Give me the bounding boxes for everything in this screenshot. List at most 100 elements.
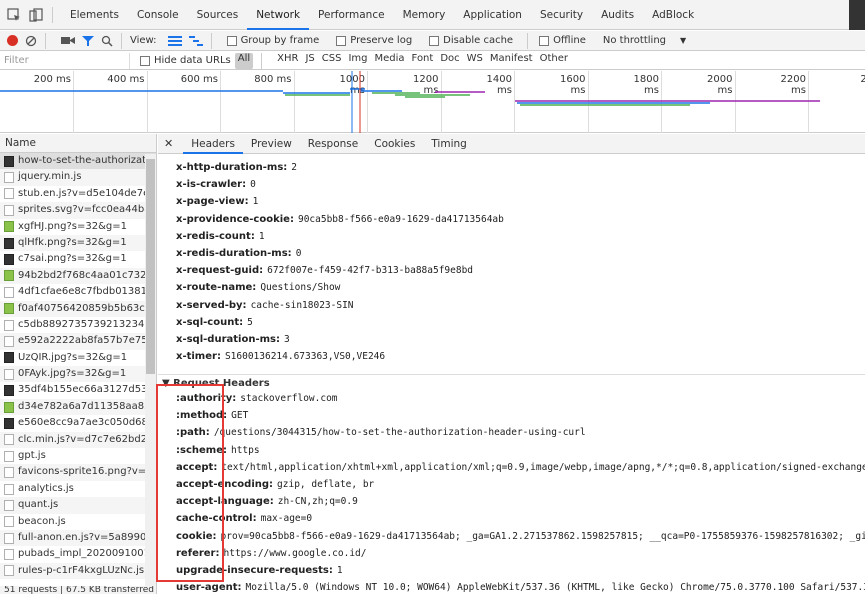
request-row[interactable]: c7sai.png?s=32&g=1 [0,251,156,267]
video-camera-icon [61,37,75,44]
request-row[interactable]: f0af40756420859b5b63cbceb6 [0,300,156,317]
request-list-scroll-thumb[interactable] [146,159,155,374]
request-row[interactable]: gpt.js [0,448,156,464]
tab-security[interactable]: Security [531,0,592,30]
header-value: max-age=0 [260,513,313,525]
separator [121,32,122,49]
header-row: user-agent: Mozilla/5.0 (Windows NT 10.0;… [176,579,865,594]
request-row[interactable]: full-anon.en.js?v=5a89906b02 [0,529,156,547]
request-row[interactable]: clc.min.js?v=d7c7e62bd2f5 [0,431,156,449]
request-row[interactable]: beacon.js [0,514,156,530]
request-row[interactable]: favicons-sprite16.png?v=f467 [0,464,156,481]
tab-headers[interactable]: Headers [183,134,243,154]
hide-data-urls-checkbox[interactable]: Hide data URLs [140,55,231,66]
filter-type-img[interactable]: Img [348,53,367,69]
request-row[interactable]: c5db8892735739213234bbac5 [0,317,156,333]
request-details: ✕ Headers Preview Response Cookies Timing x-… [158,134,865,594]
header-value: 5 [247,316,253,328]
filter-type-other[interactable]: Other [540,53,568,69]
request-row[interactable]: pubads_impl_2020091001.js? [0,546,156,562]
tab-elements[interactable]: Elements [61,0,128,30]
header-row: x-page-view: 1 [176,193,258,210]
filter-toggle-button[interactable] [82,35,94,47]
record-button[interactable] [7,35,18,46]
timeline-overview[interactable]: 200 ms400 ms600 ms800 ms1000 ms1200 ms14… [0,71,865,133]
file-icon [4,516,14,528]
name-column-header[interactable]: Name [0,134,156,153]
filter-type-font[interactable]: Font [412,53,434,69]
network-toolbar: View: Group by frame Preserve log Disabl… [0,31,865,51]
filter-type-doc[interactable]: Doc [440,53,459,69]
request-name: 94b2bd2f768c4aa01c7322644 [18,269,156,281]
large-rows-button[interactable] [167,35,182,46]
header-row: x-sql-duration-ms: 3 [176,331,290,348]
group-by-frame-checkbox[interactable]: Group by frame [226,35,330,46]
request-row[interactable]: sprites.svg?v=fcc0ea44ba27 [0,202,156,219]
header-row: x-http-duration-ms: 2 [176,159,297,176]
disable-cache-checkbox[interactable]: Disable cache [429,35,523,46]
request-row[interactable]: 0FAyk.jpg?s=32&g=1 [0,366,156,383]
clear-button[interactable] [25,35,37,47]
header-row: cookie: prov=90ca5bb8-f566-e0a9-1629-da41… [176,528,865,545]
request-row[interactable]: e592a2222ab8fa57b7e7560ca. [0,333,156,350]
request-row[interactable]: quant.js [0,497,156,514]
tab-audits[interactable]: Audits [592,0,643,30]
file-icon [4,237,14,249]
header-value: 672f007e-f459-42f7-b313-ba88a5f9e8bd [267,265,474,277]
filter-type-ws[interactable]: WS [467,53,483,69]
tab-timing[interactable]: Timing [423,134,474,154]
tab-console[interactable]: Console [128,0,188,30]
request-name: favicons-sprite16.png?v=f467 [18,466,156,478]
offline-checkbox[interactable]: Offline [539,35,596,46]
request-name: 35df4b155ec66a3127d534599 [18,384,156,396]
throttling-select[interactable]: No throttling ▼ [603,35,686,46]
search-icon [101,35,113,47]
filter-type-css[interactable]: CSS [322,53,342,69]
tab-response[interactable]: Response [300,134,366,154]
request-row[interactable]: analytics.js [0,481,156,497]
device-toolbar-icon[interactable] [28,7,44,23]
request-row[interactable]: stub.en.js?v=d5e104de7e09 [0,186,156,202]
request-row[interactable]: jquery.min.js [0,169,156,186]
request-row[interactable]: 4df1cfae6e8c7fbdb013818785 [0,284,156,300]
screenshot-button[interactable] [61,35,75,46]
tab-sources[interactable]: Sources [188,0,248,30]
file-icon [4,254,14,266]
tab-adblock[interactable]: AdBlock [643,0,703,30]
filter-type-manifest[interactable]: Manifest [490,53,533,69]
tab-memory[interactable]: Memory [394,0,455,30]
header-value: 0 [295,248,302,259]
file-icon [4,401,14,413]
detail-tabs: ✕ Headers Preview Response Cookies Timing [158,134,865,154]
request-row[interactable]: how-to-set-the-authorization- [0,153,156,170]
request-row[interactable]: qlHfk.png?s=32&g=1 [0,234,156,252]
request-row[interactable]: 94b2bd2f768c4aa01c7322644 [0,267,156,285]
request-row[interactable]: xgfHJ.png?s=32&g=1 [0,219,156,235]
file-icon [4,385,14,397]
tab-performance[interactable]: Performance [309,0,394,30]
request-name: qlHfk.png?s=32&g=1 [18,236,127,248]
filter-input[interactable]: Filter [0,52,130,69]
tab-network[interactable]: Network [247,0,310,30]
request-row[interactable]: rules-p-c1rF4kxgLUzNc.js [0,562,156,580]
search-button[interactable] [101,35,113,47]
filter-type-xhr[interactable]: XHR [277,53,298,69]
close-icon[interactable]: ✕ [164,137,173,150]
request-row[interactable]: 35df4b155ec66a3127d534599 [0,382,156,398]
preserve-log-checkbox[interactable]: Preserve log [336,35,422,46]
overview-button[interactable] [188,35,203,46]
file-icon [4,172,14,184]
separator [45,32,46,49]
tab-application[interactable]: Application [454,0,531,30]
request-row[interactable]: e560e8cc9a7ae3c050d68da4f4 [0,415,156,431]
request-row[interactable]: d34e782a6a7d11358aa853764 [0,398,156,416]
tab-preview[interactable]: Preview [243,134,300,154]
tab-cookies[interactable]: Cookies [366,134,423,154]
filter-type-all[interactable]: All [234,52,254,69]
offline-label: Offline [553,35,586,46]
filter-type-media[interactable]: Media [375,53,405,69]
filter-type-js[interactable]: JS [305,53,314,69]
header-value: 1 [252,196,259,208]
request-row[interactable]: UzQIR.jpg?s=32&g=1 [0,350,156,366]
inspect-element-icon[interactable] [6,7,22,23]
